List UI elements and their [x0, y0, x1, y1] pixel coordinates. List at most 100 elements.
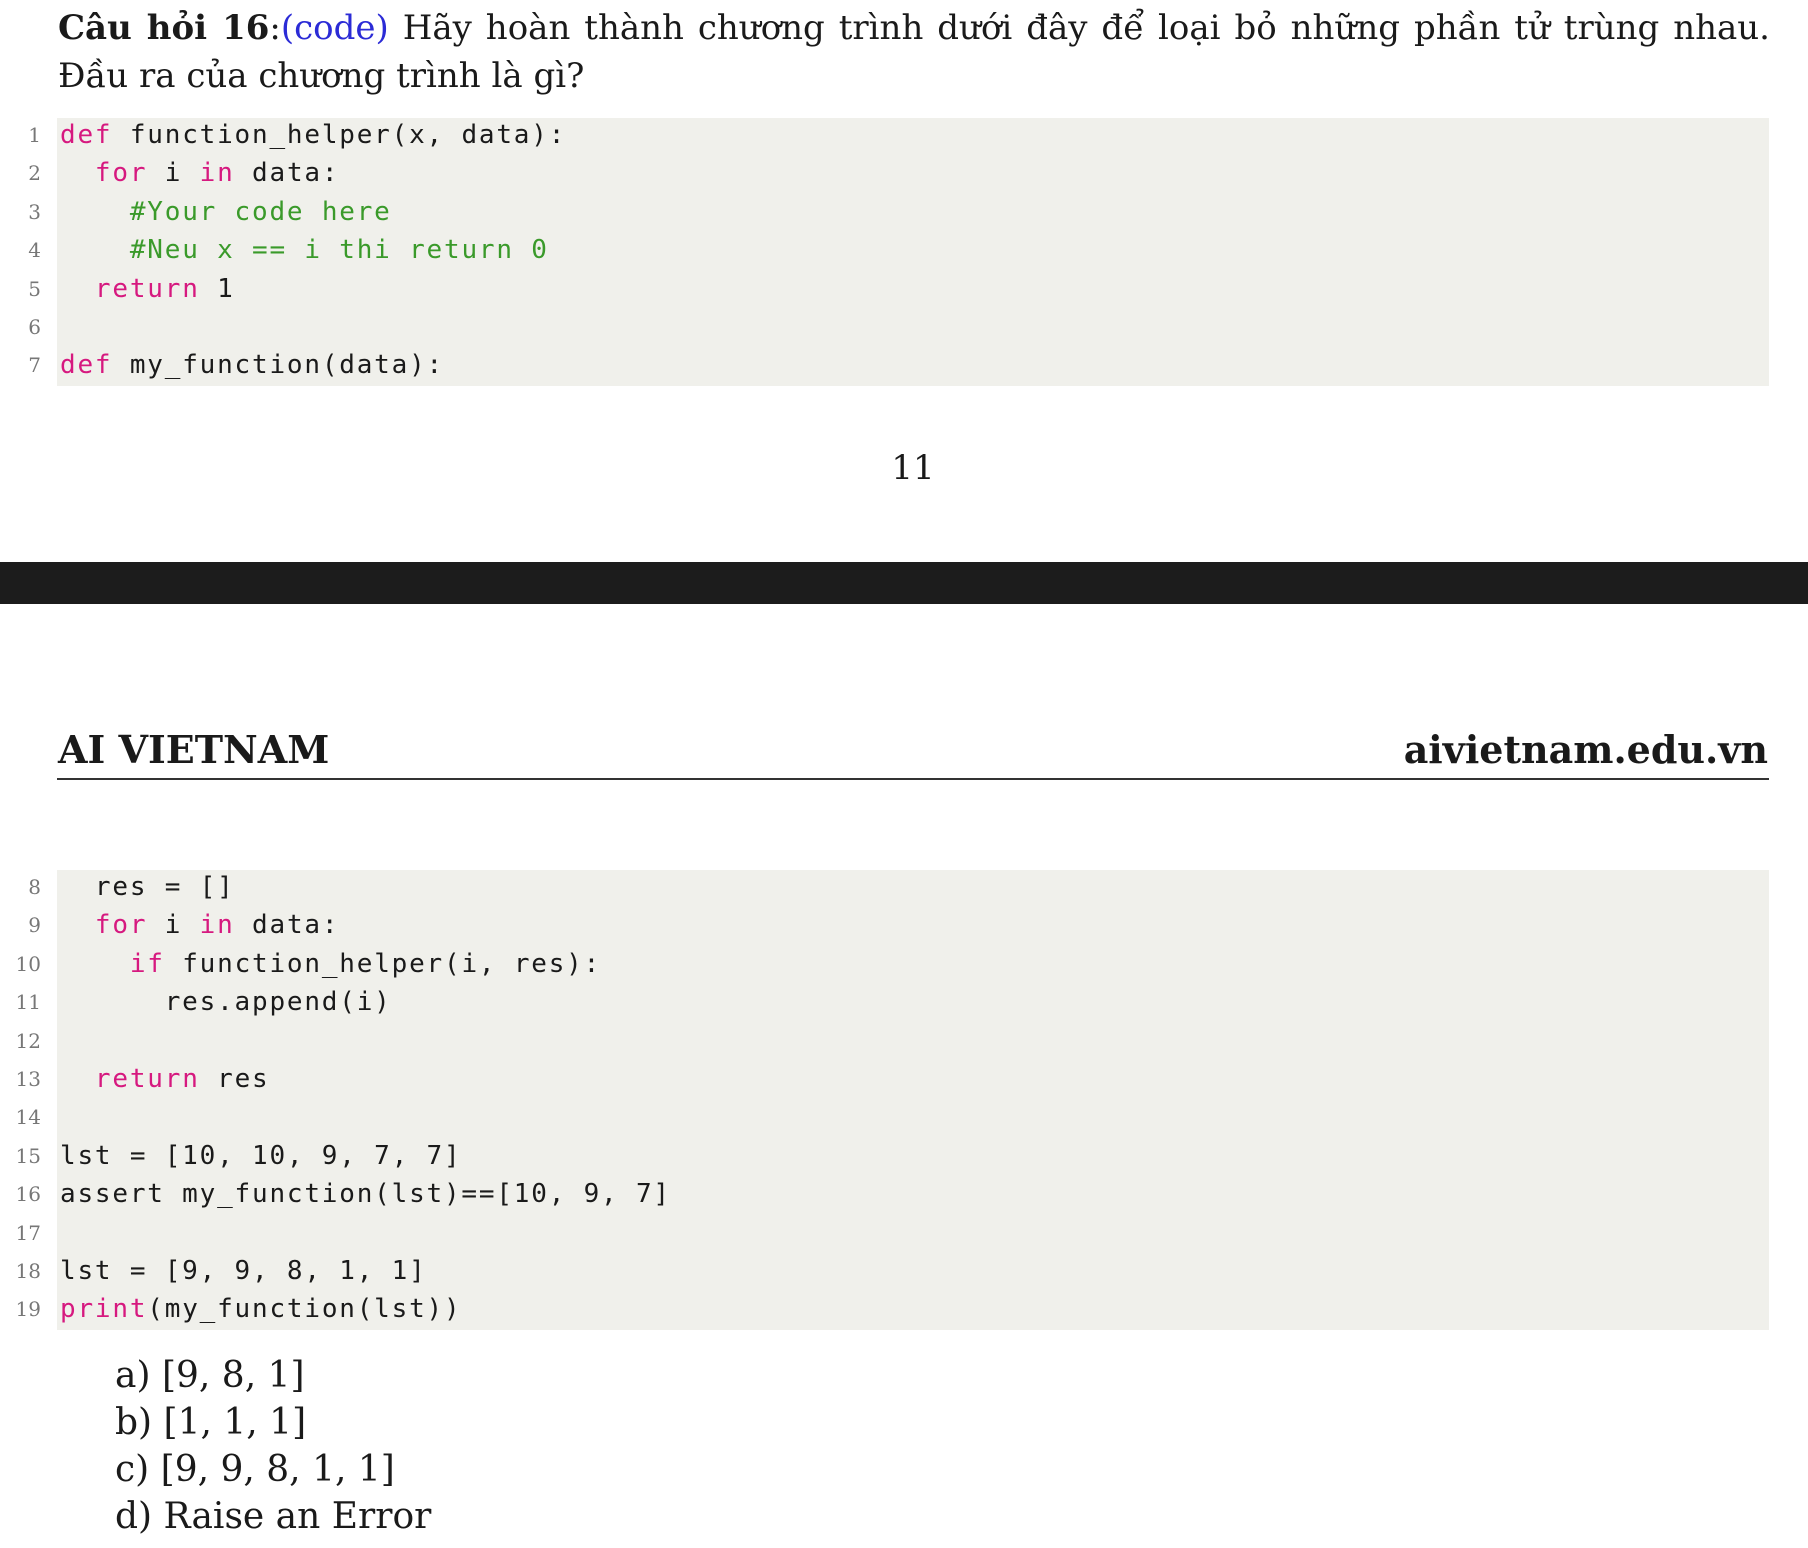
line-number: 10 — [15, 951, 41, 976]
line-number: 12 — [15, 1028, 41, 1053]
code-keyword: return — [94, 1064, 200, 1094]
code-token: i — [147, 910, 200, 941]
answer-option: a) [9, 8, 1] — [115, 1355, 305, 1396]
question-text: Câu hỏi 16:(code) Hãy hoàn thành chương … — [58, 4, 1770, 100]
code-token: function_helper(i, res): — [164, 948, 602, 979]
code-keyword: def — [60, 350, 113, 381]
code-text: #Neu x == i thi return 0 — [60, 231, 549, 269]
code-keyword: in — [199, 158, 235, 189]
code-line: 10 if function_helper(i, res): — [0, 945, 1808, 983]
code-text: assert my_function(lst)==[10, 9, 7] — [60, 1175, 671, 1213]
code-text: lst = [10, 10, 9, 7, 7] — [60, 1137, 461, 1175]
code-text: for i in data: — [60, 906, 339, 944]
header-site-url[interactable]: aivietnam.edu.vn — [1404, 726, 1768, 774]
line-number: 2 — [28, 161, 41, 186]
code-line: 16 assert my_function(lst)==[10, 9, 7] — [0, 1175, 1808, 1213]
line-number: 8 — [28, 875, 41, 899]
code-text: def my_function(data): — [60, 346, 444, 384]
code-line: 5 return 1 — [0, 270, 1808, 308]
code-token: lst = [9, 9, 8, 1, 1] — [60, 1256, 427, 1286]
line-number: 5 — [28, 276, 41, 301]
code-line: 17 — [0, 1214, 1808, 1252]
code-token: res.append(i) — [60, 987, 392, 1018]
code-keyword: for — [94, 158, 148, 189]
line-number: 3 — [28, 199, 41, 224]
code-line: 12 — [0, 1022, 1808, 1060]
line-number: 16 — [15, 1182, 41, 1207]
code-token: function_helper(x, data): — [112, 120, 567, 150]
code-keyword: def — [60, 120, 113, 150]
code-line: 2 for i in data: — [0, 154, 1808, 192]
code-token: res = [] — [60, 872, 235, 902]
question-colon: : — [269, 8, 281, 48]
code-line: 4 #Neu x == i thi return 0 — [0, 231, 1808, 269]
code-token: i — [147, 158, 200, 189]
line-number: 17 — [15, 1220, 41, 1245]
code-comment: #Your code here — [129, 196, 392, 227]
header-site-name: AI VIETNAM — [58, 727, 330, 772]
code-text: #Your code here — [60, 193, 392, 231]
code-token: 1 — [199, 273, 235, 304]
code-line: 3 #Your code here — [0, 193, 1808, 231]
code-token: res — [199, 1064, 270, 1094]
code-line: 7 def my_function(data): — [0, 346, 1808, 384]
code-text: if function_helper(i, res): — [60, 945, 601, 983]
code-text: lst = [9, 9, 8, 1, 1] — [60, 1252, 427, 1290]
code-line: 11 res.append(i) — [0, 983, 1808, 1021]
code-keyword: for — [94, 910, 148, 941]
code-line: 13 return res — [0, 1060, 1808, 1098]
line-number: 7 — [28, 353, 41, 378]
line-number: 4 — [28, 238, 41, 263]
code-keyword: return — [94, 273, 200, 304]
line-number: 19 — [15, 1297, 41, 1322]
code-text: for i in data: — [60, 154, 339, 192]
question-number: Câu hỏi 16 — [58, 8, 270, 48]
header-rule — [57, 778, 1769, 780]
code-line: 1 def function_helper(x, data): — [0, 116, 1808, 154]
code-line: 9 for i in data: — [0, 906, 1808, 944]
line-number: 1 — [28, 123, 41, 147]
code-comment: #Neu x == i thi return 0 — [129, 235, 549, 266]
code-token: data: — [234, 158, 340, 189]
code-line: 19 print(my_function(lst)) — [0, 1290, 1808, 1328]
line-number: 15 — [15, 1143, 41, 1168]
code-text: print(my_function(lst)) — [60, 1290, 461, 1328]
code-line: 8 res = [] — [0, 868, 1808, 906]
code-text: res.append(i) — [60, 983, 392, 1021]
code-line: 18 lst = [9, 9, 8, 1, 1] — [0, 1252, 1808, 1290]
code-token: lst = [10, 10, 9, 7, 7] — [60, 1140, 462, 1171]
page-break-bar — [0, 562, 1808, 604]
line-number: 13 — [15, 1067, 41, 1091]
code-line: 14 — [0, 1098, 1808, 1136]
answer-option: d) Raise an Error — [115, 1496, 432, 1537]
line-number: 6 — [28, 315, 41, 339]
line-number: 14 — [15, 1105, 41, 1130]
code-token: assert my_function(lst)==[10, 9, 7] — [60, 1179, 671, 1210]
code-tag-link[interactable]: (code) — [281, 8, 389, 48]
code-line: 6 — [0, 308, 1808, 346]
answer-options: a) [9, 8, 1] b) [1, 1, 1] c) [9, 9, 8, 1, … — [115, 1352, 431, 1540]
code-keyword: in — [199, 910, 235, 941]
code-token: (my_function(lst)) — [147, 1294, 462, 1325]
answer-option: b) [1, 1, 1] — [115, 1402, 307, 1443]
line-number: 18 — [15, 1259, 41, 1283]
code-text: def function_helper(x, data): — [60, 116, 566, 154]
code-line: 15 lst = [10, 10, 9, 7, 7] — [0, 1137, 1808, 1175]
answer-option: c) [9, 9, 8, 1, 1] — [115, 1449, 395, 1490]
code-keyword: print — [60, 1294, 148, 1325]
page-number: 11 — [891, 448, 935, 488]
code-text: return res — [60, 1060, 269, 1098]
code-text: res = [] — [60, 868, 235, 906]
code-keyword: if — [129, 948, 165, 979]
code-text: return 1 — [60, 270, 235, 308]
code-token: data: — [234, 910, 340, 941]
line-number: 9 — [28, 913, 41, 938]
line-number: 11 — [15, 990, 41, 1015]
